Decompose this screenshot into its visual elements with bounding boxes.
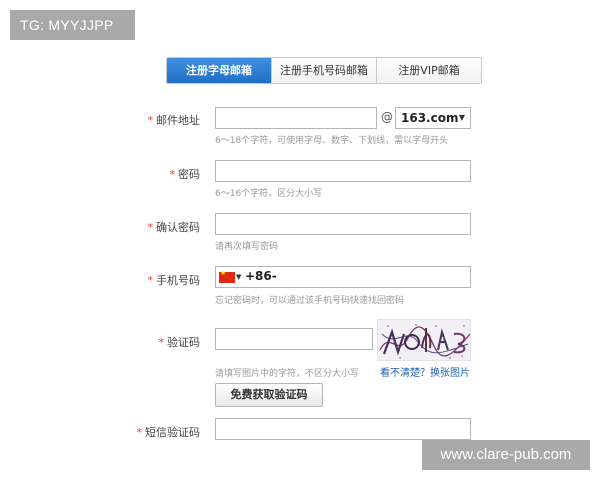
get-sms-code-button[interactable]: 免费获取验证码	[215, 383, 323, 407]
captcha-label: * 验证码	[0, 334, 201, 350]
sms-code-label: * 短信验证码	[0, 424, 201, 440]
captcha-input[interactable]	[215, 328, 373, 350]
captcha-hint: 请填写图片中的字符，不区分大小写	[215, 369, 360, 379]
domain-select-value: 163.com	[401, 111, 459, 125]
watermark-top: TG: MYYJJPP	[10, 10, 135, 40]
tab-vip-email[interactable]: 注册VIP邮箱	[376, 58, 481, 83]
confirm-password-label: * 确认密码	[0, 219, 201, 235]
country-code: +86-	[245, 269, 277, 283]
tab-phone-email[interactable]: 注册手机号码邮箱	[271, 58, 376, 83]
chevron-down-icon: ▼	[236, 273, 242, 281]
chevron-down-icon: ▼	[458, 113, 465, 122]
required-mark: *	[158, 336, 165, 349]
china-flag-icon[interactable]	[219, 269, 235, 283]
email-input[interactable]	[215, 107, 377, 129]
phone-label-text: 手机号码	[156, 274, 200, 287]
password-label: * 密码	[0, 166, 201, 182]
confirm-password-label-text: 确认密码	[156, 221, 200, 234]
captcha-label-text: 验证码	[167, 336, 200, 349]
confirm-password-input[interactable]	[215, 213, 471, 235]
domain-select[interactable]: 163.com ▼	[395, 107, 471, 129]
required-mark: *	[147, 274, 154, 287]
sms-code-input[interactable]	[215, 418, 471, 440]
sms-code-label-text: 短信验证码	[145, 426, 200, 439]
confirm-password-hint: 请再次填写密码	[215, 242, 279, 252]
phone-hint: 忘记密码时，可以通过该手机号码快速找回密码	[215, 296, 405, 306]
required-mark: *	[136, 426, 143, 439]
password-label-text: 密码	[178, 168, 200, 181]
captcha-refresh-link[interactable]: 看不清楚？换张图片	[380, 364, 470, 379]
email-hint: 6～18个字符，可使用字母、数字、下划线，需以字母开头	[215, 136, 449, 146]
required-mark: *	[147, 114, 154, 127]
password-input[interactable]	[215, 160, 471, 182]
email-label-text: 邮件地址	[156, 114, 200, 127]
register-tabs: 注册字母邮箱 注册手机号码邮箱 注册VIP邮箱	[166, 57, 482, 84]
captcha-image[interactable]	[377, 319, 471, 361]
email-label: * 邮件地址	[0, 112, 201, 128]
watermark-bottom: www.clare-pub.com	[422, 440, 590, 470]
at-sign: @	[381, 110, 393, 124]
required-mark: *	[147, 221, 154, 234]
tab-letter-email[interactable]: 注册字母邮箱	[167, 58, 271, 83]
password-hint: 6～16个字符，区分大小写	[215, 189, 323, 199]
captcha-noise	[379, 324, 470, 359]
required-mark: *	[169, 168, 176, 181]
phone-label: * 手机号码	[0, 272, 201, 288]
